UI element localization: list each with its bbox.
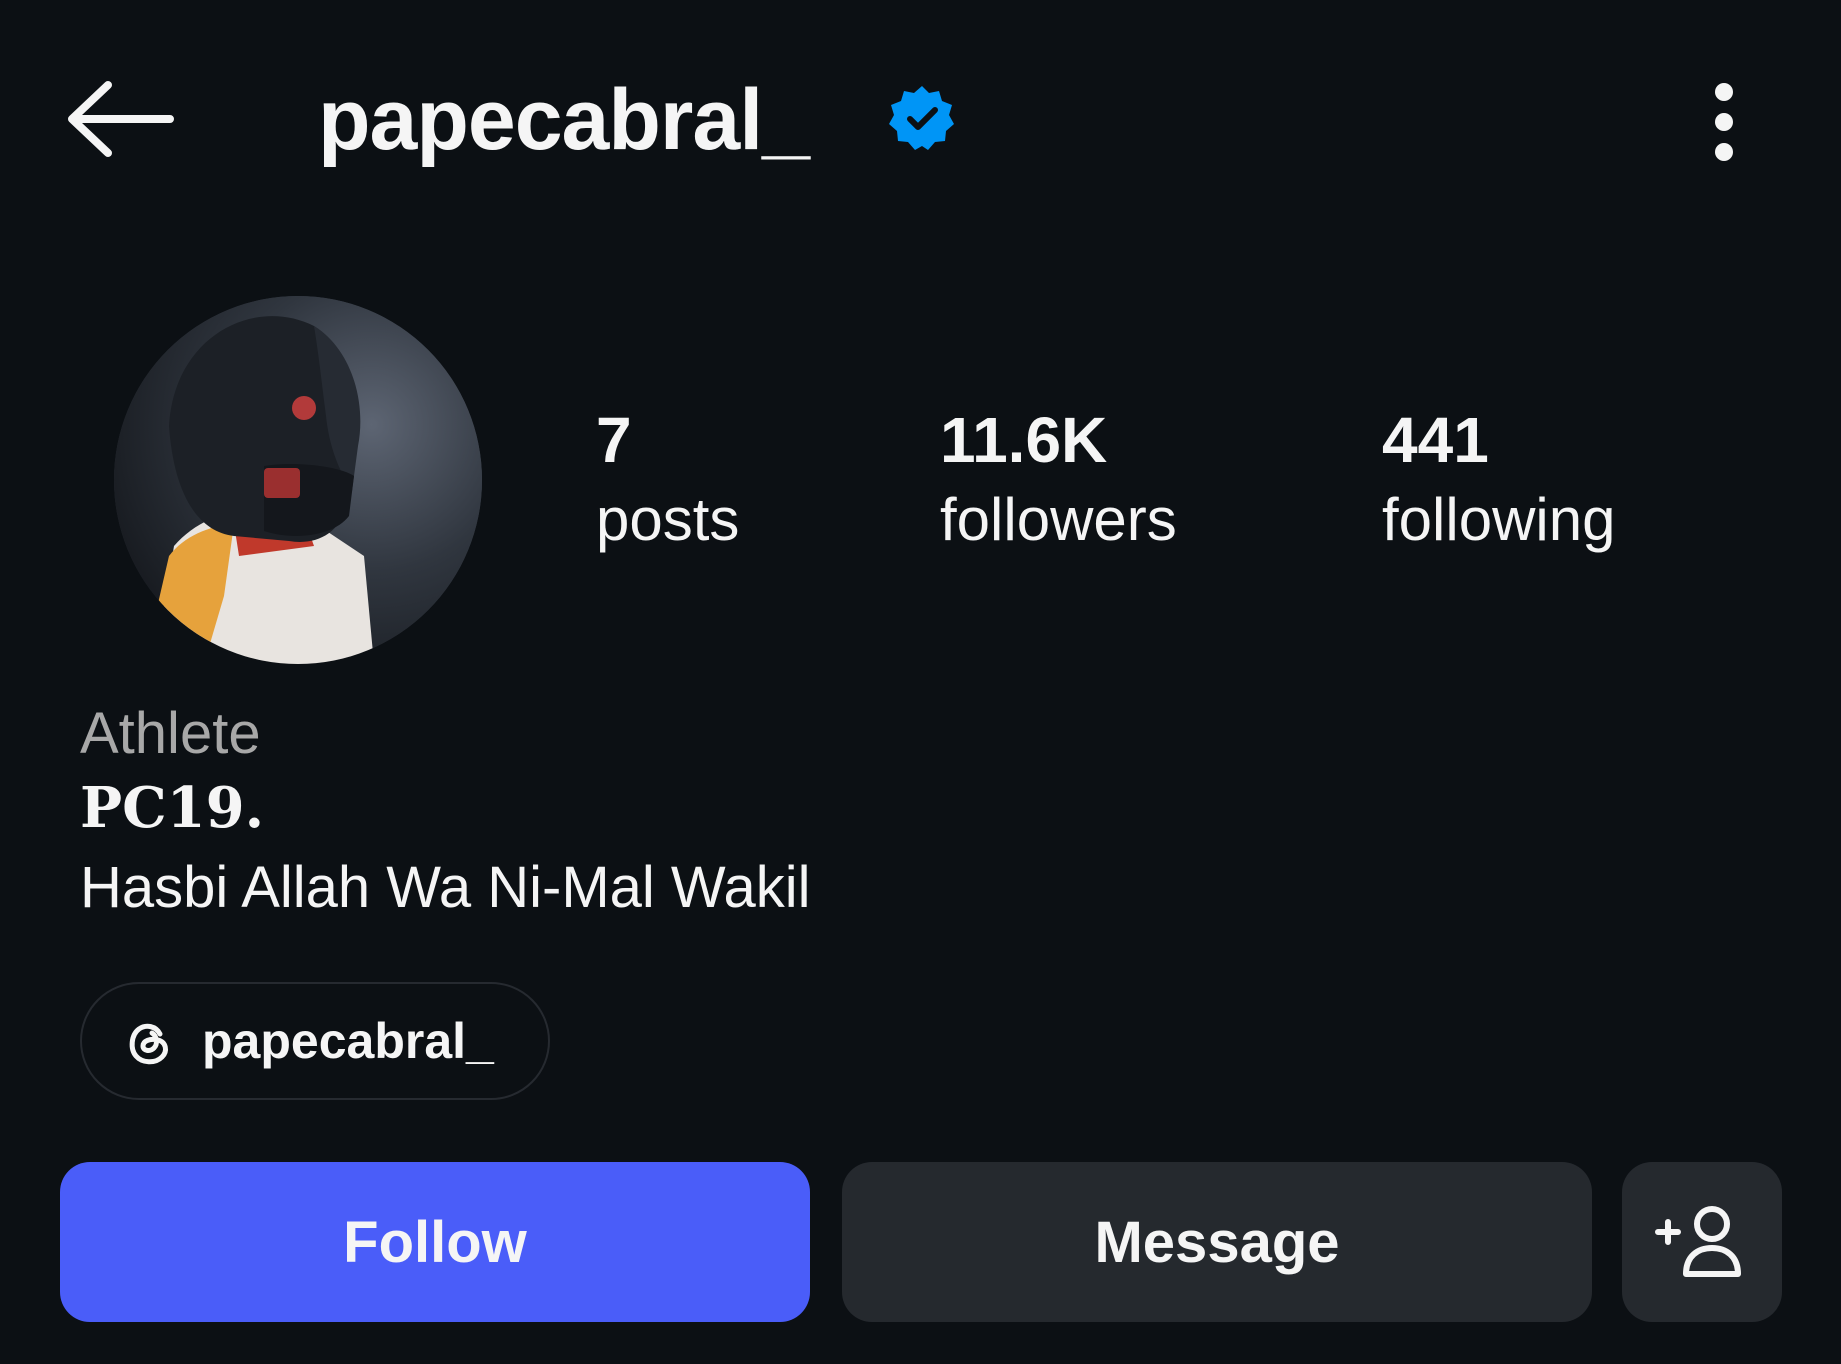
profile-category: Athlete xyxy=(80,701,261,766)
follow-button[interactable]: Follow xyxy=(60,1162,810,1322)
add-user-icon xyxy=(1655,1206,1741,1277)
profile-username: papecabral_ xyxy=(318,72,810,168)
arrow-left-icon xyxy=(68,81,174,157)
stat-followers[interactable]: 11.6K followers xyxy=(940,400,1177,560)
message-button-label: Message xyxy=(1094,1209,1340,1275)
stat-followers-label: followers xyxy=(940,486,1177,553)
stat-posts[interactable]: 7 posts xyxy=(596,400,739,560)
threads-link[interactable]: papecabral_ xyxy=(80,982,550,1100)
message-button[interactable]: Message xyxy=(842,1162,1592,1322)
follow-button-label: Follow xyxy=(343,1209,527,1275)
stat-following-count: 441 xyxy=(1382,404,1489,476)
bio-title: PC19. xyxy=(80,775,265,841)
profile-screen: papecabral_ 7 posts 11.6K followers 441 … xyxy=(0,0,1841,1364)
stat-following[interactable]: 441 following xyxy=(1382,400,1615,560)
profile-photo xyxy=(114,296,482,664)
avatar[interactable] xyxy=(114,296,482,664)
bio-text: Hasbi Allah Wa Ni-Mal Wakil xyxy=(80,855,811,920)
verified-badge-icon xyxy=(889,86,954,150)
back-button[interactable] xyxy=(58,72,178,166)
stat-posts-label: posts xyxy=(596,486,740,553)
suggested-users-button[interactable] xyxy=(1622,1162,1782,1322)
stat-following-label: following xyxy=(1382,486,1616,553)
stat-posts-count: 7 xyxy=(596,404,632,476)
threads-icon xyxy=(129,1023,168,1065)
threads-handle: papecabral_ xyxy=(202,1013,494,1069)
more-vertical-icon xyxy=(1715,83,1733,161)
more-options-button[interactable] xyxy=(1690,72,1758,172)
stat-followers-count: 11.6K xyxy=(940,404,1108,476)
